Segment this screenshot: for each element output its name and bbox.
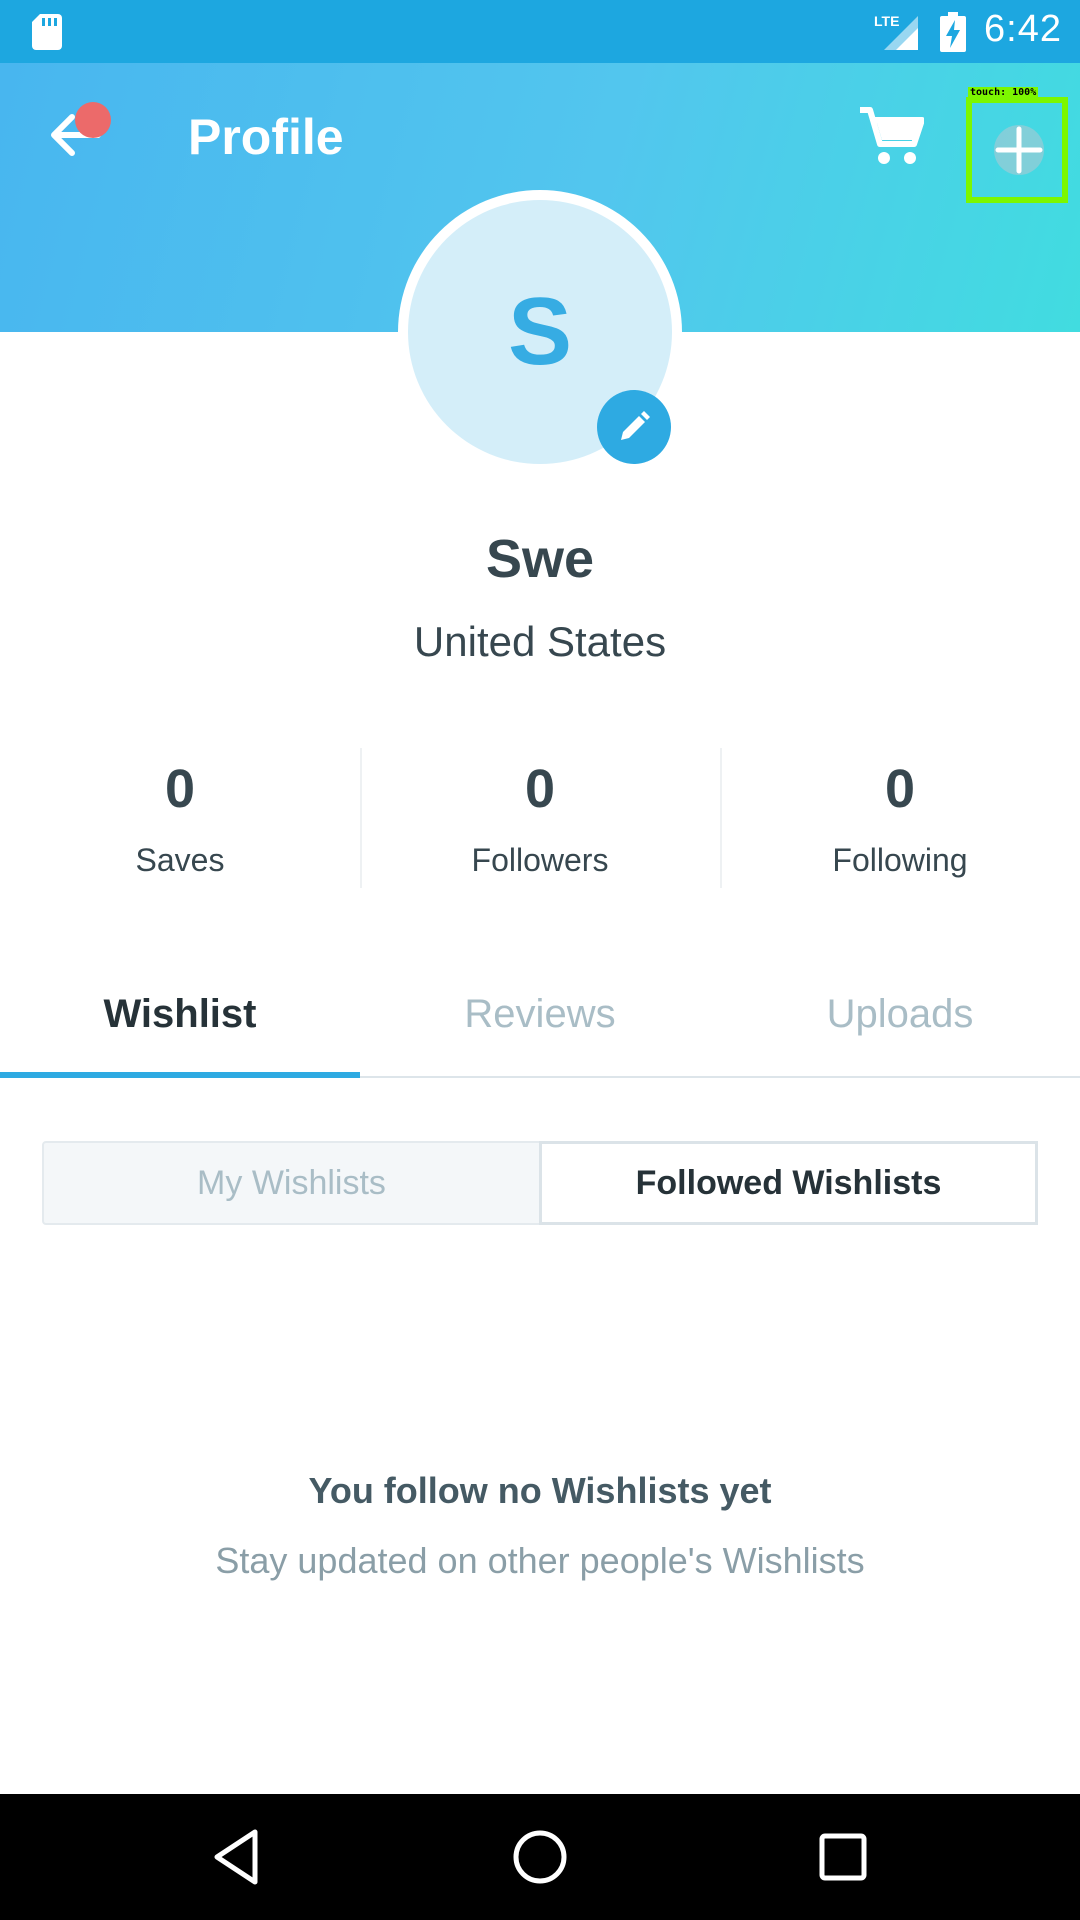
wishlist-segmented-control: My Wishlists Followed Wishlists (42, 1141, 1038, 1225)
plus-icon (995, 126, 1043, 174)
page-title: Profile (188, 109, 344, 165)
stat-label: Saves (135, 842, 225, 878)
sd-card-icon (32, 14, 62, 50)
cart-icon (860, 107, 925, 164)
cart-button[interactable] (858, 106, 925, 166)
nav-recents-button[interactable] (810, 1824, 876, 1890)
avatar-initial: S (507, 278, 573, 385)
stat-following[interactable]: 0 Following (720, 748, 1080, 888)
svg-text:LTE: LTE (874, 13, 899, 29)
touch-indicator-label: touch: 100% (968, 87, 1039, 98)
stat-followers[interactable]: 0 Followers (360, 748, 720, 888)
add-button[interactable] (966, 97, 1068, 203)
tab-uploads[interactable]: Uploads (720, 980, 1080, 1076)
stat-value: 0 (164, 759, 196, 819)
stat-value: 0 (884, 759, 916, 819)
system-nav-bar (0, 1794, 1080, 1920)
clock: 6:42 (984, 8, 1062, 50)
status-bar: LTE 6:42 (0, 0, 1080, 63)
edit-avatar-button[interactable] (597, 390, 671, 464)
nav-home-button[interactable] (507, 1824, 573, 1890)
circle-home-icon (513, 1830, 567, 1884)
tab-wishlist[interactable]: Wishlist (0, 980, 360, 1078)
profile-stats: 0 Saves 0 Followers 0 Following (0, 748, 1080, 888)
nav-back-button[interactable] (205, 1824, 271, 1890)
notification-dot (75, 102, 111, 138)
signal-icon: LTE (874, 13, 918, 50)
segment-my-wishlists[interactable]: My Wishlists (44, 1143, 539, 1223)
stat-saves[interactable]: 0 Saves (0, 748, 360, 888)
pencil-icon (621, 411, 650, 440)
segment-followed-wishlists[interactable]: Followed Wishlists (539, 1141, 1038, 1225)
empty-state-subtitle: Stay updated on other people's Wishlists (215, 1540, 865, 1581)
tab-reviews[interactable]: Reviews (360, 980, 720, 1076)
user-location: United States (413, 618, 667, 665)
user-name: Swe (485, 529, 595, 589)
triangle-back-icon (214, 1829, 258, 1885)
battery-charging-icon (940, 12, 966, 52)
stat-label: Following (832, 842, 968, 878)
empty-state-title: You follow no Wishlists yet (308, 1470, 772, 1511)
profile-tabs: Wishlist Reviews Uploads (0, 980, 1080, 1078)
stat-label: Followers (471, 842, 609, 878)
square-recents-icon (819, 1833, 867, 1881)
stat-value: 0 (524, 759, 556, 819)
